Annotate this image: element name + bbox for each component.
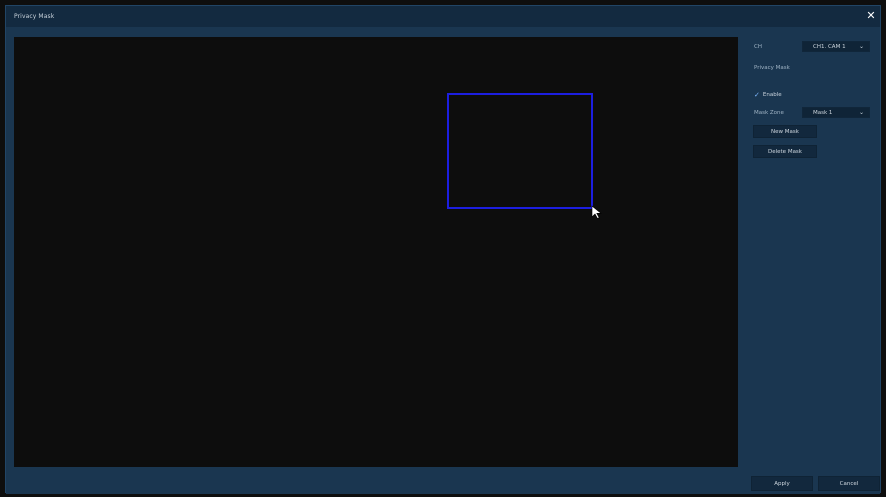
enable-label: Enable: [762, 91, 782, 98]
mask-zone-select[interactable]: Mask 1 ⌄: [802, 107, 870, 118]
cancel-button[interactable]: Cancel: [818, 476, 880, 491]
privacy-mask-rectangle[interactable]: [447, 93, 593, 209]
settings-panel: CH CH1. CAM 1 ⌄ Privacy Mask ✓ Enable Ma…: [746, 37, 876, 467]
new-mask-button[interactable]: New Mask: [753, 125, 817, 138]
chevron-down-icon: ⌄: [858, 109, 864, 116]
checkmark-icon: ✓: [754, 90, 760, 99]
apply-button[interactable]: Apply: [751, 476, 813, 491]
dialog-body: CH CH1. CAM 1 ⌄ Privacy Mask ✓ Enable Ma…: [6, 27, 880, 494]
title-bar: Privacy Mask ✕: [6, 6, 880, 27]
close-icon[interactable]: ✕: [865, 10, 877, 22]
channel-value: CH1. CAM 1: [813, 43, 846, 50]
privacy-mask-dialog: Privacy Mask ✕ CH CH1. CAM 1 ⌄ Privacy M…: [5, 5, 881, 494]
privacy-mask-label: Privacy Mask: [754, 65, 790, 71]
chevron-down-icon: ⌄: [858, 43, 864, 50]
video-preview[interactable]: [14, 37, 738, 467]
mask-zone-label: Mask Zone: [754, 110, 784, 116]
channel-select[interactable]: CH1. CAM 1 ⌄: [802, 41, 870, 52]
enable-checkbox[interactable]: ✓ Enable: [754, 89, 782, 100]
dialog-title: Privacy Mask: [14, 13, 55, 20]
mask-zone-value: Mask 1: [813, 109, 833, 116]
channel-label: CH: [754, 44, 762, 50]
mouse-pointer-icon: [591, 205, 602, 219]
delete-mask-button[interactable]: Delete Mask: [753, 145, 817, 158]
